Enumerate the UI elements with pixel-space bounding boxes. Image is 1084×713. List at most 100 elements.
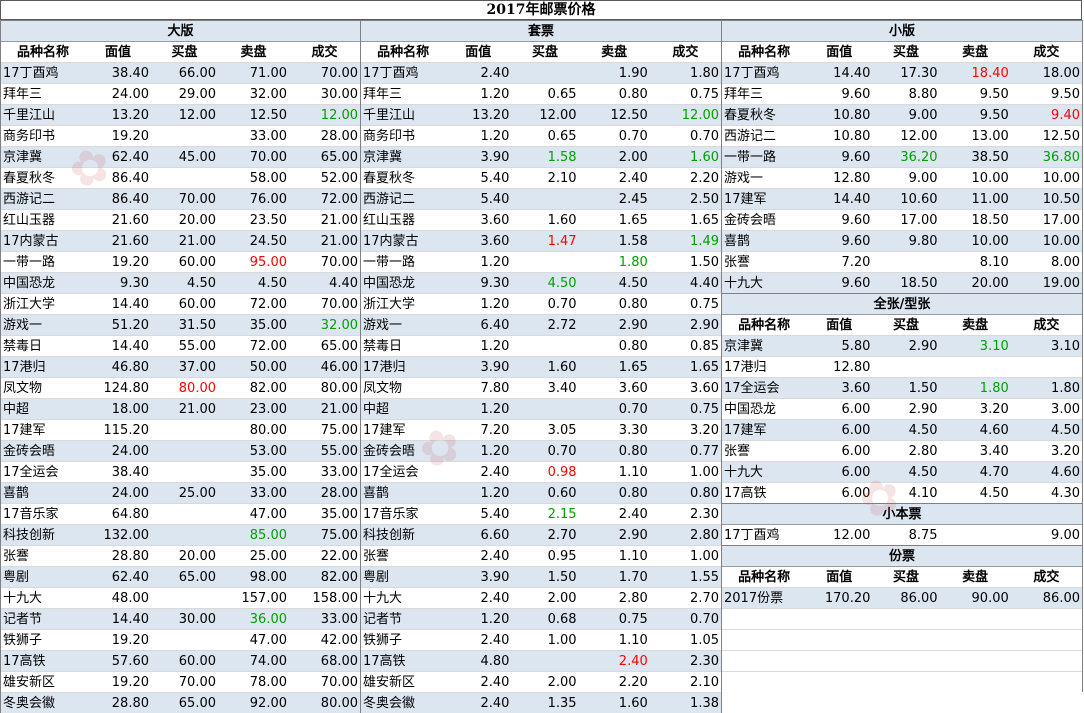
cell-face: 2.40 (445, 630, 511, 651)
cell-bid: 21.00 (151, 231, 218, 252)
cell-bid: 4.50 (151, 273, 218, 294)
cell-deal: 4.30 (1011, 483, 1082, 504)
column-header: 品种名称 (722, 315, 806, 336)
column-header: 成交 (1011, 567, 1082, 588)
cell-bid (151, 462, 218, 483)
cell-name: 17丁酉鸡 (1, 63, 85, 84)
cell-bid: 86.00 (872, 588, 939, 609)
cell-name: 张謇 (722, 252, 806, 273)
cell-face: 1.20 (445, 336, 511, 357)
cell-name: 17全运会 (1, 462, 85, 483)
cell-face: 2.40 (445, 672, 511, 693)
cell-deal: 12.50 (1011, 126, 1082, 147)
cell-ask: 38.50 (940, 147, 1011, 168)
cell-bid: 1.50 (872, 378, 939, 399)
cell-bid: 70.00 (151, 672, 218, 693)
cell-bid: 12.00 (151, 105, 218, 126)
column-header: 买盘 (511, 42, 578, 63)
table-row: 17高铁57.6060.0074.0068.00 (1, 651, 360, 672)
column-header: 品种名称 (722, 42, 806, 63)
cell-face: 1.20 (445, 609, 511, 630)
cell-name: 记者节 (361, 609, 445, 630)
cell-bid: 0.70 (511, 294, 578, 315)
cell-bid: 2.80 (872, 441, 939, 462)
cell-ask: 25.00 (218, 546, 289, 567)
column-header: 面值 (445, 42, 511, 63)
cell-deal: 2.30 (650, 651, 721, 672)
table-row: 一带一路19.2060.0095.0070.00 (1, 252, 360, 273)
cell-bid (151, 420, 218, 441)
cell-name: 17建军 (361, 420, 445, 441)
section-title: 全张/型张 (722, 294, 1082, 315)
cell-deal: 4.60 (1011, 462, 1082, 483)
cell-face: 21.60 (85, 231, 151, 252)
cell-ask: 1.60 (579, 693, 650, 713)
cell-face: 6.00 (806, 420, 872, 441)
table-row: 金砖会晤1.200.700.800.77 (361, 441, 721, 462)
cell-face: 10.80 (806, 105, 872, 126)
cell-ask: 1.80 (579, 252, 650, 273)
cell-ask: 1.10 (579, 462, 650, 483)
cell-ask: 36.00 (218, 609, 289, 630)
table-row: 冬奥会徽28.8065.0092.0080.00 (1, 693, 360, 713)
cell-bid: 45.00 (151, 147, 218, 168)
cell-ask: 13.00 (940, 126, 1011, 147)
cell-ask: 12.50 (218, 105, 289, 126)
cell-ask: 4.70 (940, 462, 1011, 483)
cell-face: 9.60 (806, 147, 872, 168)
cell-name: 17高铁 (1, 651, 85, 672)
cell-deal: 30.00 (289, 84, 360, 105)
cell-name: 17港归 (361, 357, 445, 378)
cell-face: 18.00 (85, 399, 151, 420)
table-row: 京津冀5.802.903.103.10 (722, 336, 1082, 357)
table-row: 拜年三1.200.650.800.75 (361, 84, 721, 105)
table-row: 17丁酉鸡14.4017.3018.4018.00 (722, 63, 1082, 84)
empty-cell (806, 651, 872, 672)
table-row: 17音乐家5.402.152.402.30 (361, 504, 721, 525)
cell-face: 24.00 (85, 84, 151, 105)
cell-face: 24.00 (85, 441, 151, 462)
cell-bid: 29.00 (151, 84, 218, 105)
section-title-row: 大版 (1, 21, 360, 42)
cell-deal: 3.20 (1011, 441, 1082, 462)
cell-deal: 9.00 (1011, 525, 1082, 546)
table-row: 西游记二86.4070.0076.0072.00 (1, 189, 360, 210)
cell-ask: 2.00 (579, 147, 650, 168)
cell-face: 3.90 (445, 567, 511, 588)
cell-deal: 80.00 (289, 378, 360, 399)
cell-deal: 1.49 (650, 231, 721, 252)
cell-name: 凤文物 (361, 378, 445, 399)
cell-ask: 1.70 (579, 567, 650, 588)
cell-deal: 2.20 (650, 168, 721, 189)
cell-bid: 17.00 (872, 210, 939, 231)
column-header: 面值 (806, 42, 872, 63)
cell-face: 3.90 (445, 357, 511, 378)
cell-face: 9.30 (445, 273, 511, 294)
table-row: 科技创新132.0085.0075.00 (1, 525, 360, 546)
cell-face: 14.40 (85, 336, 151, 357)
cell-ask: 4.60 (940, 420, 1011, 441)
table-row: 浙江大学1.200.700.800.75 (361, 294, 721, 315)
table-row: 金砖会晤9.6017.0018.5017.00 (722, 210, 1082, 231)
cell-ask: 1.10 (579, 630, 650, 651)
cell-face: 1.20 (445, 84, 511, 105)
cell-ask: 90.00 (940, 588, 1011, 609)
table-row: 记者节14.4030.0036.0033.00 (1, 609, 360, 630)
empty-row (722, 609, 1082, 630)
cell-deal: 0.75 (650, 84, 721, 105)
section-title-row: 份票 (722, 546, 1082, 567)
cell-ask: 3.60 (579, 378, 650, 399)
cell-face: 6.00 (806, 399, 872, 420)
table-row: 一带一路1.201.801.50 (361, 252, 721, 273)
cell-face: 9.60 (806, 231, 872, 252)
column-header-row: 品种名称面值买盘卖盘成交 (722, 567, 1082, 588)
cell-name: 千里江山 (361, 105, 445, 126)
cell-deal: 2.90 (650, 315, 721, 336)
table-row: 17全运会2.400.981.101.00 (361, 462, 721, 483)
table-row: 张謇6.002.803.403.20 (722, 441, 1082, 462)
cell-ask: 33.00 (218, 126, 289, 147)
section-title: 套票 (361, 21, 721, 42)
section-title: 份票 (722, 546, 1082, 567)
cell-face: 3.60 (445, 210, 511, 231)
cell-ask: 32.00 (218, 84, 289, 105)
